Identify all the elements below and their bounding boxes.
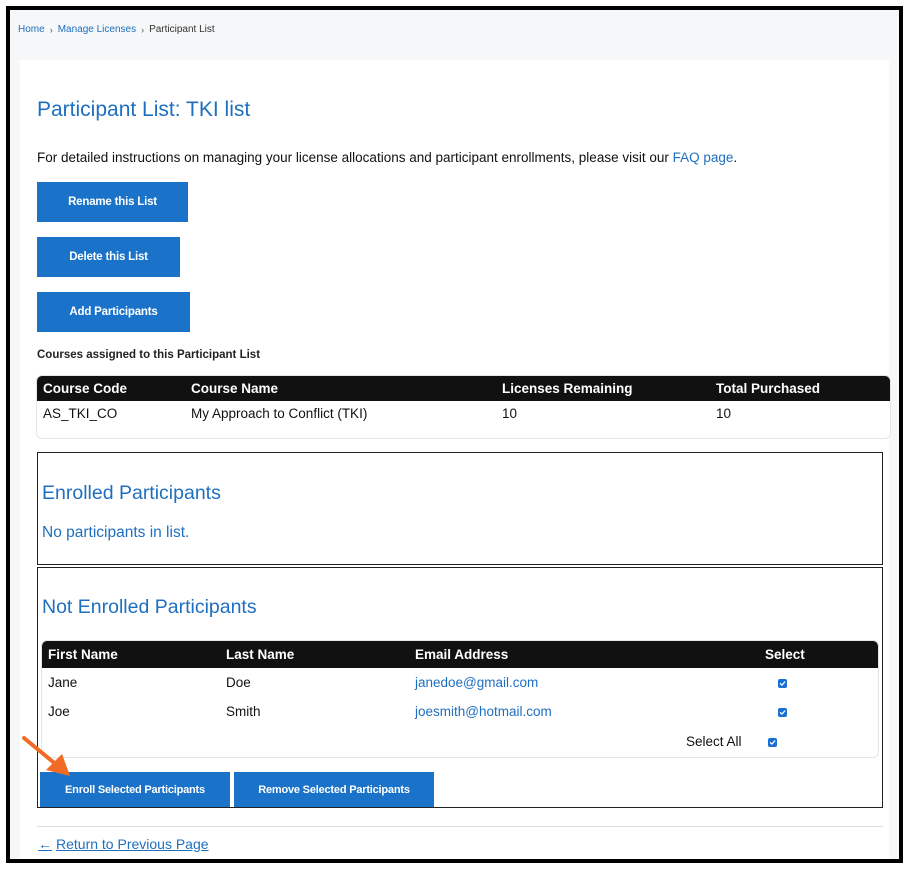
breadcrumb-separator: › [49,24,53,35]
table-row: Jane Doe janedoe@gmail.com [42,668,878,698]
header-last-name: Last Name [226,647,295,662]
not-enrolled-title: Not Enrolled Participants [42,596,257,618]
enrolled-participants-section: Enrolled Participants No participants in… [37,452,883,565]
participant-first-name: Jane [48,675,78,690]
header-email: Email Address [415,647,509,662]
page-title: Participant List: TKI list [37,98,251,121]
select-all-checkbox-icon[interactable] [768,738,777,747]
checked-checkbox-icon[interactable] [778,708,787,717]
course-code: AS_TKI_CO [43,406,118,421]
total-purchased: 10 [716,406,732,421]
participant-last-name: Smith [226,704,261,719]
header-licenses-remaining: Licenses Remaining [502,381,633,396]
breadcrumb-current: Participant List [149,24,215,35]
courses-label: Courses assigned to this Participant Lis… [37,349,261,361]
left-arrow-icon: ← [38,836,52,852]
breadcrumb: Home › Manage Licenses › Participant Lis… [18,24,215,35]
orange-arrow-icon [22,736,70,776]
table-row: AS_TKI_CO My Approach to Conflict (TKI) … [37,401,890,427]
participants-table-header: First Name Last Name Email Address Selec… [42,641,878,668]
header-first-name: First Name [48,647,118,662]
faq-link[interactable]: FAQ page [673,150,734,165]
main-content: Participant List: TKI list For detailed … [20,60,890,859]
intro-text: For detailed instructions on managing yo… [37,150,737,165]
rename-list-button[interactable]: Rename this List [37,182,188,222]
header-select: Select [765,647,805,662]
participant-email-link[interactable]: joesmith@hotmail.com [415,704,552,719]
participant-first-name: Joe [48,704,70,719]
checked-checkbox-icon[interactable] [778,679,787,688]
courses-table-header: Course Code Course Name Licenses Remaini… [37,376,890,401]
breadcrumb-home[interactable]: Home [18,24,45,35]
course-name: My Approach to Conflict (TKI) [191,406,368,421]
header-total-purchased: Total Purchased [716,381,821,396]
not-enrolled-participants-section: Not Enrolled Participants First Name Las… [37,567,883,808]
divider [37,826,883,827]
return-link-text: Return to Previous Page [56,836,209,852]
return-to-previous-link[interactable]: ← Return to Previous Page [38,836,209,852]
intro-text-body: For detailed instructions on managing yo… [37,150,673,165]
header-course-code: Course Code [43,381,128,396]
remove-selected-button[interactable]: Remove Selected Participants [234,772,434,807]
table-row: Joe Smith joesmith@hotmail.com [42,698,878,728]
app-window: Home › Manage Licenses › Participant Lis… [6,6,903,863]
licenses-remaining: 10 [502,406,518,421]
intro-text-end: . [733,150,738,165]
participant-last-name: Doe [226,675,251,690]
participant-email-link[interactable]: janedoe@gmail.com [415,675,538,690]
delete-list-button[interactable]: Delete this List [37,237,180,277]
participants-table: First Name Last Name Email Address Selec… [42,641,878,757]
empty-list-message: No participants in list. [42,524,190,541]
header-course-name: Course Name [191,381,279,396]
courses-table: Course Code Course Name Licenses Remaini… [37,376,890,438]
select-all-row: Select All [42,728,878,757]
select-all-label: Select All [686,734,742,749]
enrolled-title: Enrolled Participants [42,482,221,504]
add-participants-button[interactable]: Add Participants [37,292,190,332]
breadcrumb-manage-licenses[interactable]: Manage Licenses [58,24,136,35]
breadcrumb-separator: › [141,24,145,35]
